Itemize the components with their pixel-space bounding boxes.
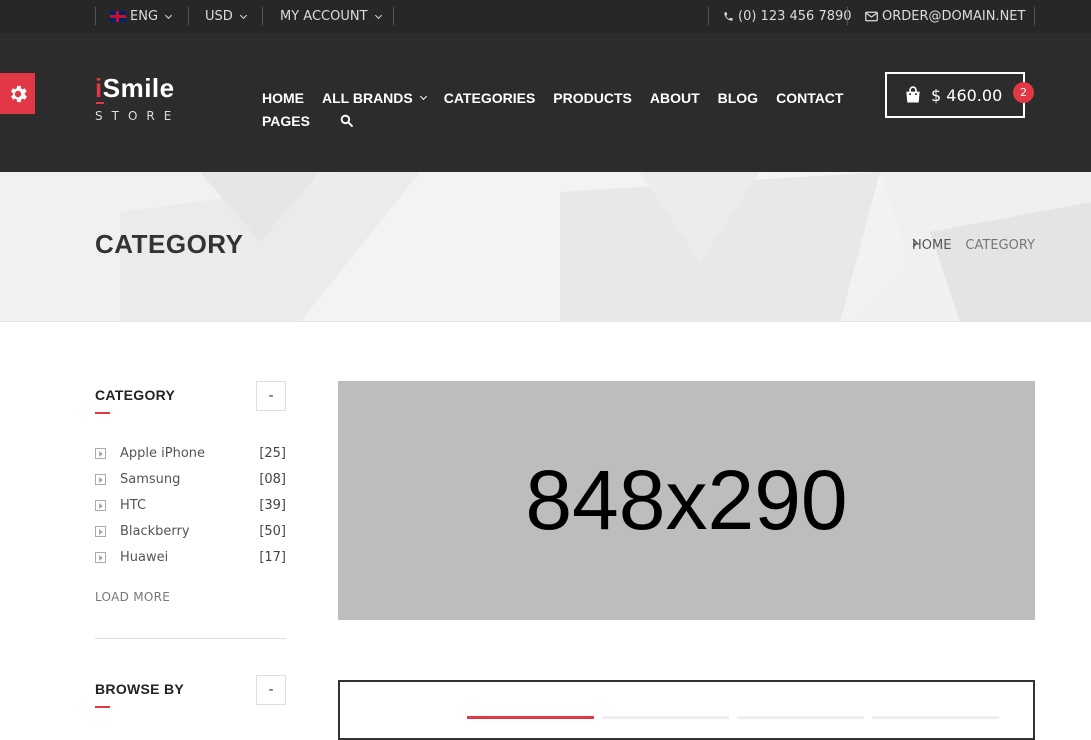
phone-link[interactable]: (0) 123 456 7890: [723, 0, 852, 33]
nav-contact[interactable]: CONTACT: [776, 90, 843, 106]
play-square-icon: [95, 499, 106, 511]
collapse-toggle[interactable]: -: [256, 381, 286, 411]
category-item[interactable]: Apple iPhone [25]: [95, 440, 286, 466]
logo-subtitle: STORE: [95, 109, 181, 123]
logo-wordmark: iSmile: [95, 73, 175, 103]
nav-pages[interactable]: PAGES: [262, 113, 310, 129]
logo-accent: [96, 102, 104, 104]
divider: [95, 7, 96, 25]
category-widget-header: CATEGORY -: [95, 381, 286, 421]
nav-blog[interactable]: BLOG: [718, 90, 758, 106]
page-title: CATEGORY: [95, 229, 244, 259]
play-square-icon: [95, 447, 106, 459]
category-list: Apple iPhone [25] Samsung [08] HTC [39] Bla…: [95, 440, 286, 570]
category-item[interactable]: Huawei [17]: [95, 544, 286, 570]
divider: [262, 7, 263, 25]
category-item[interactable]: Samsung [08]: [95, 466, 286, 492]
active-tab-indicator[interactable]: [467, 716, 594, 719]
main-header: iSmile STORE HOME ALL BRANDS CATEGORIES …: [0, 33, 1091, 172]
play-square-icon: [95, 525, 106, 537]
email-link[interactable]: ORDER@DOMAIN.NET: [865, 0, 1025, 33]
nav-about[interactable]: ABOUT: [650, 90, 700, 106]
category-banner-image: 848x290: [338, 381, 1035, 620]
cart-count-badge: 2: [1013, 82, 1034, 103]
envelope-icon: [865, 11, 878, 22]
language-selector[interactable]: ENG: [110, 0, 173, 33]
account-menu[interactable]: MY ACCOUNT: [280, 0, 382, 33]
placeholder-text: 848x290: [525, 453, 848, 547]
language-label: ENG: [130, 9, 159, 24]
title-accent-line: [95, 412, 110, 414]
play-square-icon: [95, 473, 106, 485]
site-logo[interactable]: iSmile STORE: [95, 73, 180, 123]
browse-widget-header: BROWSE BY -: [95, 675, 286, 715]
settings-toggle[interactable]: [0, 73, 35, 114]
chevron-down-icon: [164, 11, 173, 19]
sidebar-divider: [95, 638, 286, 639]
nav-products[interactable]: PRODUCTS: [553, 90, 632, 106]
email-address: ORDER@DOMAIN.NET: [882, 9, 1026, 24]
load-more-link[interactable]: LOAD MORE: [95, 590, 286, 604]
search-button[interactable]: [340, 114, 353, 127]
uk-flag-icon: [110, 11, 126, 22]
play-square-icon: [95, 551, 106, 563]
cart-button[interactable]: $ 460.00: [885, 72, 1025, 118]
collapse-toggle[interactable]: -: [256, 675, 286, 705]
divider: [1034, 7, 1035, 25]
search-icon: [340, 114, 353, 127]
category-count: [25]: [259, 445, 286, 461]
phone-icon: [724, 12, 733, 21]
title-accent-line: [95, 706, 110, 708]
category-count: [39]: [259, 497, 286, 513]
tab-indicator[interactable]: [602, 716, 729, 719]
currency-selector[interactable]: USD: [205, 0, 247, 33]
category-item[interactable]: Blackberry [50]: [95, 518, 286, 544]
currency-label: USD: [205, 9, 233, 24]
breadcrumb-current: CATEGORY: [965, 238, 1035, 253]
chevron-right-icon: [912, 238, 918, 248]
category-count: [50]: [259, 523, 286, 539]
category-widget-title: CATEGORY: [95, 387, 176, 403]
nav-all-brands[interactable]: ALL BRANDS: [322, 90, 427, 106]
tab-indicator[interactable]: [872, 716, 999, 719]
divider: [188, 7, 189, 25]
breadcrumb: HOME CATEGORY: [912, 238, 1035, 253]
category-item[interactable]: HTC [39]: [95, 492, 286, 518]
nav-home[interactable]: HOME: [262, 90, 304, 106]
account-label: MY ACCOUNT: [280, 9, 368, 24]
page-banner: CATEGORY HOME CATEGORY: [0, 172, 1091, 322]
shopping-bag-icon: [906, 86, 920, 103]
phone-number: (0) 123 456 7890: [738, 9, 852, 24]
divider: [847, 7, 848, 25]
chevron-down-icon: [419, 92, 427, 100]
chevron-down-icon: [239, 11, 247, 19]
browse-widget-title: BROWSE BY: [95, 681, 185, 697]
main-nav: HOME ALL BRANDS CATEGORIES PRODUCTS ABOU…: [262, 86, 862, 132]
tab-indicator[interactable]: [737, 716, 864, 719]
chevron-down-icon: [374, 11, 382, 19]
cart-total: $ 460.00: [931, 85, 1003, 105]
top-bar: ENG USD MY ACCOUNT (0) 123 456 7890 ORDE…: [0, 0, 1091, 33]
browse-widget: BROWSE BY -: [95, 675, 286, 715]
category-count: [17]: [259, 549, 286, 565]
gear-icon: [10, 85, 27, 102]
nav-categories[interactable]: CATEGORIES: [444, 90, 536, 106]
divider: [393, 7, 394, 25]
product-toolbar-panel: [338, 680, 1035, 740]
divider: [708, 7, 709, 25]
category-count: [08]: [259, 471, 286, 487]
category-widget: CATEGORY - Apple iPhone [25] Samsung [08] …: [95, 381, 286, 604]
